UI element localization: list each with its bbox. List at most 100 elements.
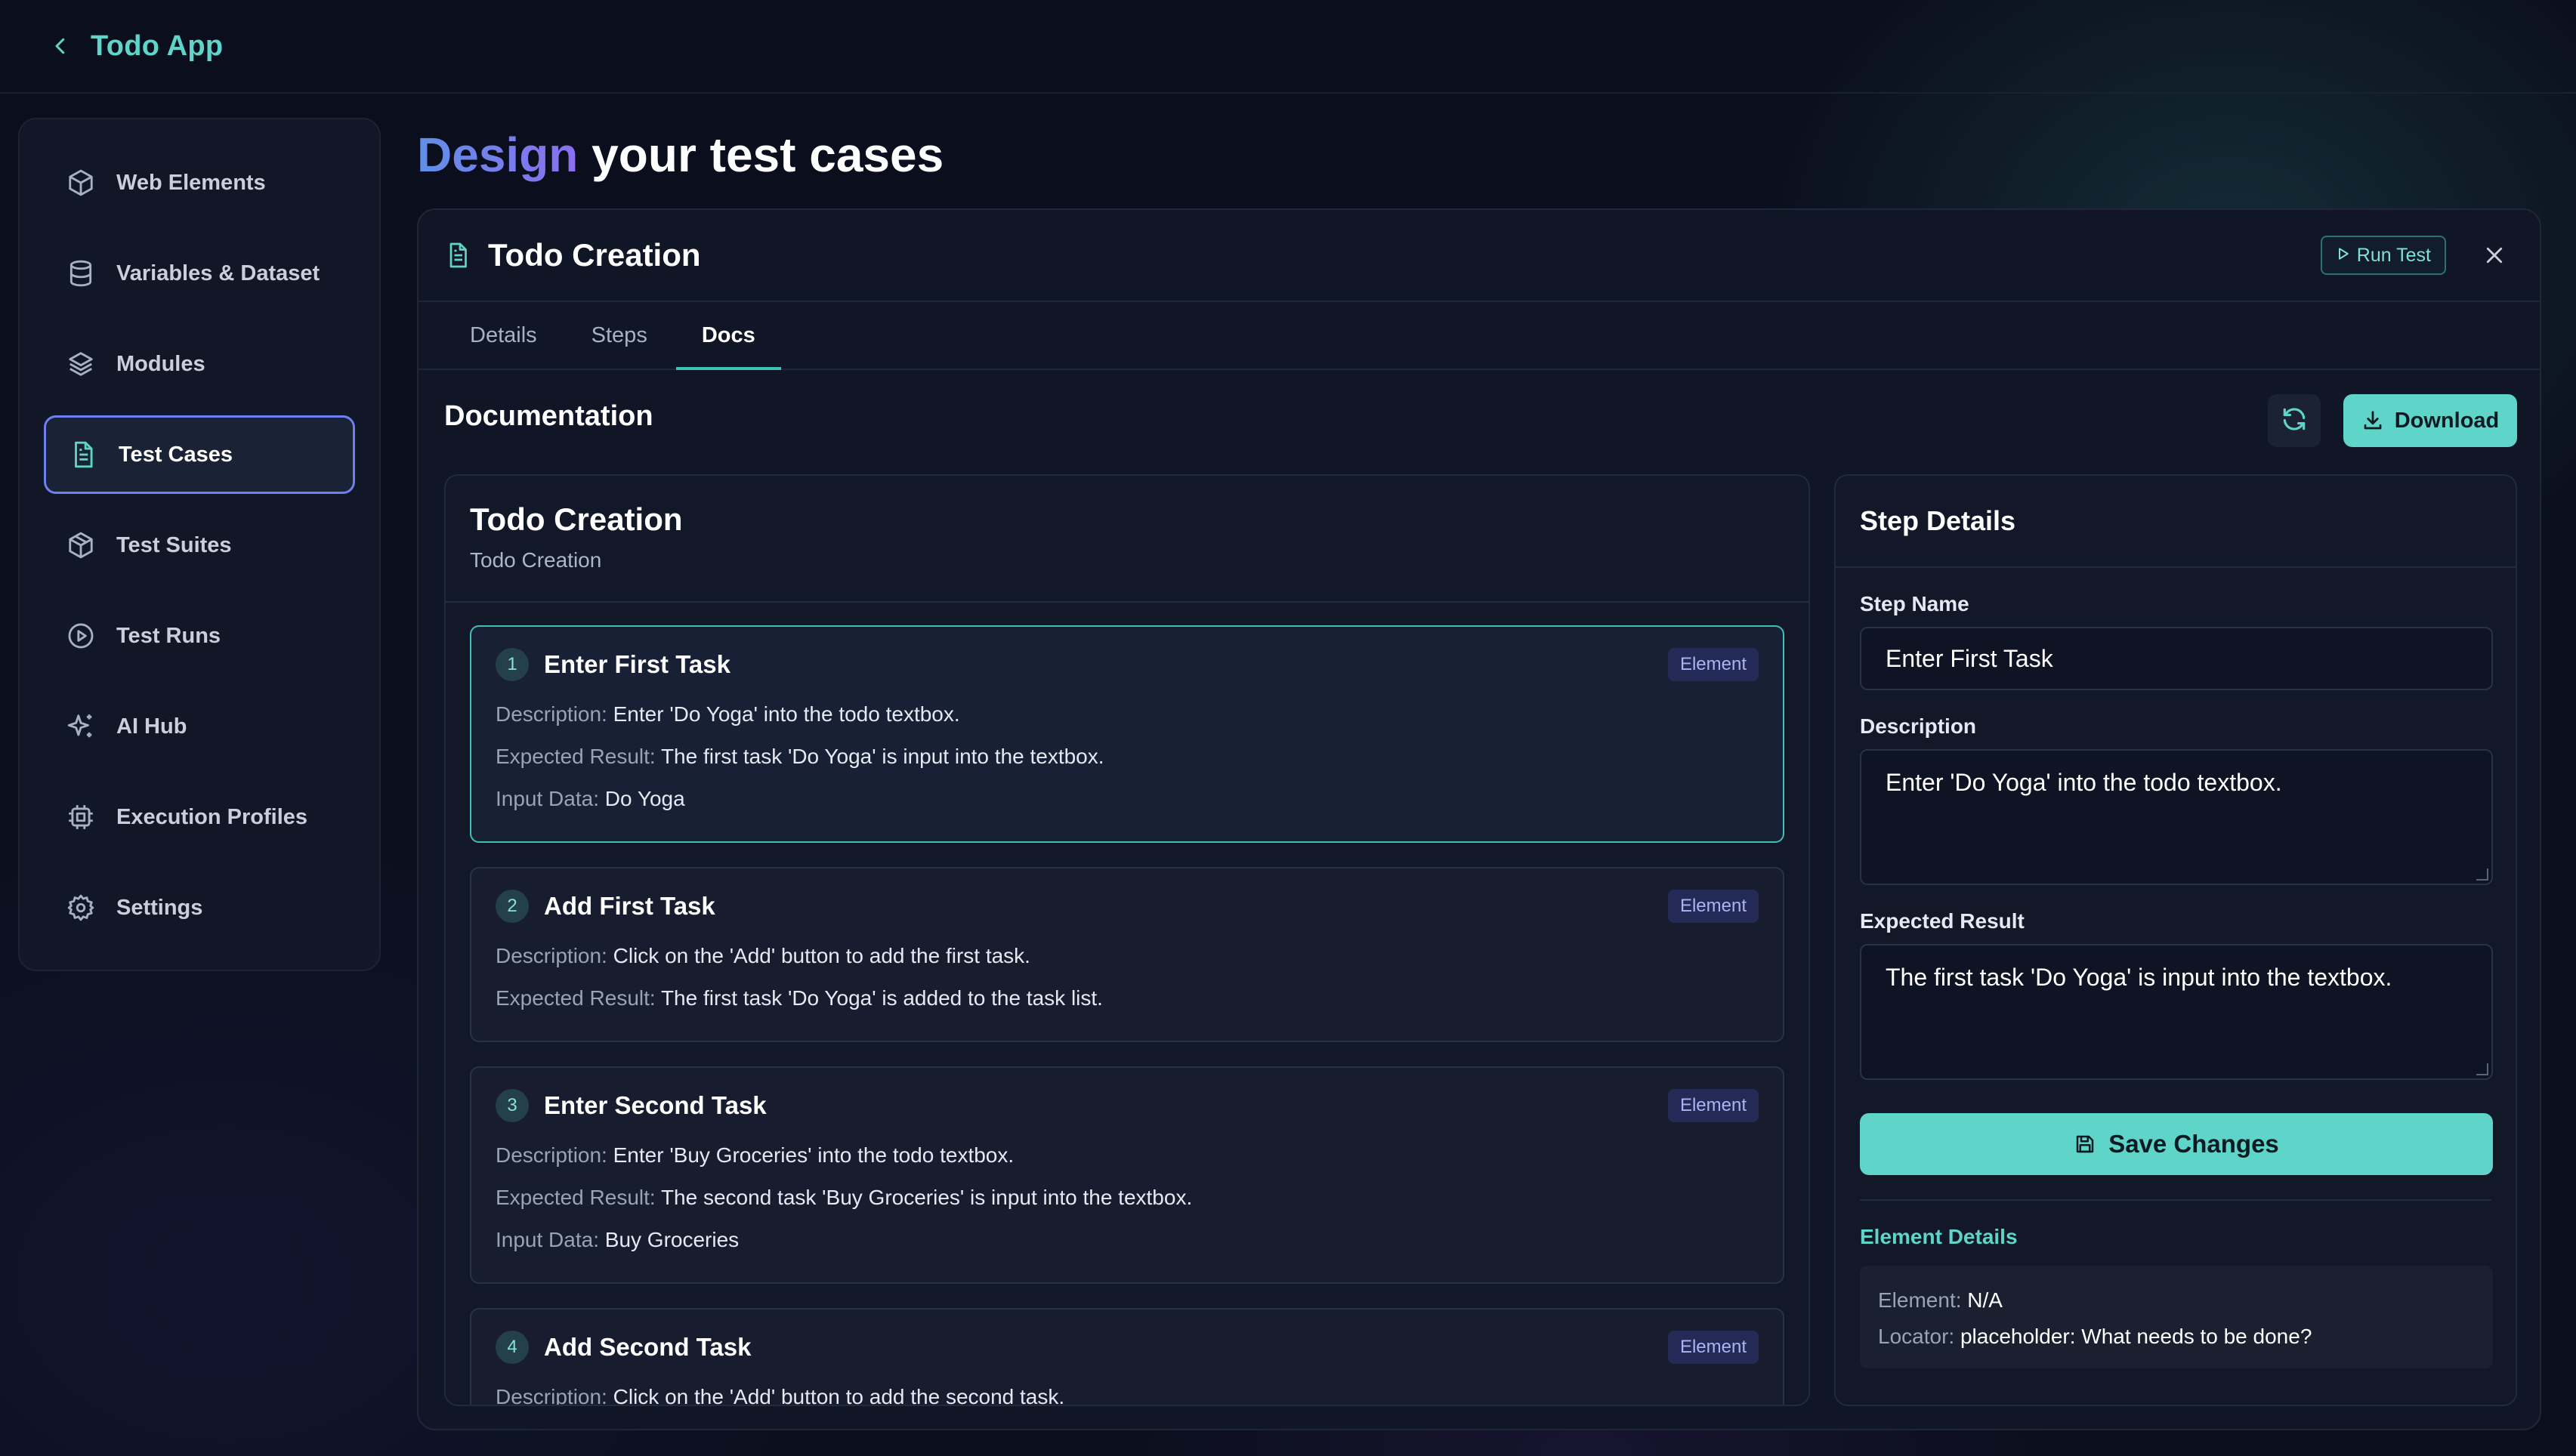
run-test-label: Run Test [2356,244,2431,266]
sidebar-item-web-elements[interactable]: Web Elements [44,143,355,222]
divider [1860,1199,2491,1201]
element-badge: Element [1667,890,1759,923]
step-description: Description: Enter 'Buy Groceries' into … [496,1143,1015,1167]
refresh-button[interactable] [2268,394,2321,447]
save-icon [2074,1133,2096,1155]
download-icon [2361,409,2384,432]
documentation-card: Todo Creation Todo Creation 1 Enter Firs… [444,474,1810,1406]
page-title: Design your test cases [417,127,944,183]
step-description: Description: Click on the 'Add' button t… [496,1385,1065,1406]
step-number: 2 [496,890,529,923]
description-label: Description [1860,714,1977,738]
run-test-button[interactable]: Run Test [2320,236,2446,275]
step-card[interactable]: 3 Enter Second Task Element Description:… [470,1066,1784,1284]
sidebar-item-label: Test Runs [116,623,221,648]
sidebar-item-variables-dataset[interactable]: Variables & Dataset [44,234,355,313]
gear-icon [65,892,97,924]
sidebar-item-label: Variables & Dataset [116,261,320,285]
expected-result-textarea[interactable]: The first task 'Do Yoga' is input into t… [1860,944,2493,1080]
top-bar: Todo App [0,0,2576,94]
save-changes-label: Save Changes [2108,1130,2279,1158]
sidebar-item-test-suites[interactable]: Test Suites [44,506,355,585]
element-details-box: Element: N/A Locator: placeholder: What … [1860,1266,2493,1368]
tab-bar: Details Steps Docs [419,302,2540,370]
expected-result-label: Expected Result [1860,909,2025,933]
page-title-accent: Design [417,128,579,182]
sidebar-item-label: Execution Profiles [116,804,308,829]
locator-line: Locator: placeholder: What needs to be d… [1878,1325,2312,1348]
element-badge: Element [1667,1331,1759,1364]
step-expected-result: Expected Result: The first task 'Do Yoga… [496,745,1104,768]
tab-docs[interactable]: Docs [675,302,781,370]
step-expected-result: Expected Result: The first task 'Do Yoga… [496,986,1103,1010]
sidebar-item-label: Settings [116,895,203,920]
step-name: Add Second Task [544,1333,752,1361]
file-text-icon [67,439,99,470]
step-name-label: Step Name [1860,592,1969,615]
documentation-toolbar: Documentation Download [419,370,2540,476]
step-details-title: Step Details [1860,505,2016,536]
step-input-data: Input Data: Do Yoga [496,787,685,810]
back-arrow-icon[interactable] [47,32,74,60]
element-details-label: Element Details [1860,1225,2018,1248]
sidebar-item-ai-hub[interactable]: AI Hub [44,687,355,766]
step-description: Description: Enter 'Do Yoga' into the to… [496,702,960,726]
step-name-input[interactable]: Enter First Task [1860,627,2493,690]
file-text-icon [444,240,474,270]
package-icon [65,529,97,561]
description-textarea[interactable]: Enter 'Do Yoga' into the todo textbox. [1860,749,2493,885]
panel-title: Todo Creation [488,237,701,273]
step-expected-result: Expected Result: The second task 'Buy Gr… [496,1186,1193,1209]
step-details-header: Step Details [1836,476,2516,568]
documentation-card-header: Todo Creation Todo Creation [446,476,1808,603]
download-button[interactable]: Download [2343,394,2517,447]
save-changes-button[interactable]: Save Changes [1860,1113,2493,1175]
close-icon[interactable] [2479,240,2510,270]
step-number: 4 [496,1331,529,1364]
sidebar-item-test-cases[interactable]: Test Cases [44,415,355,494]
documentation-title: Documentation [444,400,653,432]
page-title-rest: your test cases [578,128,944,182]
sidebar: Web Elements Variables & Dataset Modules… [18,118,381,971]
refresh-icon [2280,405,2309,437]
step-description: Description: Click on the 'Add' button t… [496,944,1030,967]
sidebar-item-label: Test Cases [119,442,233,467]
steps-list: 1 Enter First Task Element Description: … [446,603,1808,1406]
test-case-panel: Todo Creation Run Test Details Steps Doc… [417,208,2541,1430]
step-card[interactable]: 2 Add First Task Element Description: Cl… [470,867,1784,1042]
sidebar-item-test-runs[interactable]: Test Runs [44,597,355,675]
play-icon [2336,245,2351,267]
sidebar-item-settings[interactable]: Settings [44,868,355,947]
step-details-card: Step Details Step Name Enter First Task … [1834,474,2517,1406]
app-title: Todo App [91,29,224,62]
cube-icon [65,167,97,199]
download-label: Download [2394,408,2500,433]
doc-card-title: Todo Creation [470,501,683,537]
sidebar-item-label: AI Hub [116,714,187,739]
tab-steps[interactable]: Steps [588,302,650,369]
element-badge: Element [1667,1089,1759,1122]
step-input-data: Input Data: Buy Groceries [496,1228,740,1251]
element-line: Element: N/A [1878,1288,2003,1312]
panel-header: Todo Creation Run Test [419,210,2540,302]
step-number: 1 [496,648,529,681]
step-number: 3 [496,1089,529,1122]
play-circle-icon [65,620,97,652]
step-card[interactable]: 4 Add Second Task Element Description: C… [470,1308,1784,1406]
step-name: Enter First Task [544,650,730,678]
sidebar-item-modules[interactable]: Modules [44,325,355,403]
step-name: Add First Task [544,892,715,920]
tab-details[interactable]: Details [467,302,540,369]
sidebar-item-label: Web Elements [116,170,266,195]
sidebar-item-label: Modules [116,351,205,376]
sidebar-item-label: Test Suites [116,532,232,557]
doc-card-subtitle: Todo Creation [470,548,602,572]
database-icon [65,258,97,289]
sidebar-item-execution-profiles[interactable]: Execution Profiles [44,778,355,856]
step-name: Enter Second Task [544,1091,767,1119]
step-card[interactable]: 1 Enter First Task Element Description: … [470,625,1784,843]
layers-icon [65,348,97,380]
sparkles-icon [65,711,97,742]
element-badge: Element [1667,648,1759,681]
cpu-icon [65,801,97,833]
